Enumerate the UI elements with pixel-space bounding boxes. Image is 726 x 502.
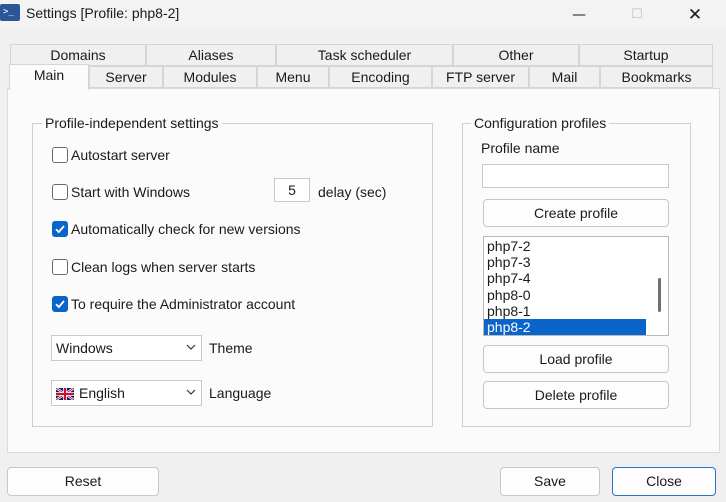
theme-select[interactable]: Windows	[51, 335, 202, 361]
tab-task-scheduler[interactable]: Task scheduler	[276, 44, 453, 66]
tab-aliases[interactable]: Aliases	[146, 44, 276, 66]
tab-encoding[interactable]: Encoding	[329, 66, 432, 88]
save-button[interactable]: Save	[500, 467, 600, 496]
language-label: Language	[209, 385, 272, 401]
theme-value: Windows	[56, 340, 113, 356]
group-title: Profile-independent settings	[42, 115, 222, 131]
uk-flag-icon	[56, 388, 74, 400]
profile-name-input[interactable]	[482, 164, 669, 188]
language-value: English	[79, 385, 125, 401]
start-with-windows-label[interactable]: Start with Windows	[71, 184, 190, 200]
profile-name-label: Profile name	[481, 140, 560, 156]
list-item[interactable]: php7-2	[484, 238, 646, 254]
checkmark-icon	[55, 225, 65, 234]
list-item[interactable]: php7-4	[484, 270, 646, 286]
tab-menu[interactable]: Menu	[257, 66, 329, 88]
chevron-down-icon	[186, 389, 196, 395]
require-admin-checkbox[interactable]	[52, 296, 68, 312]
terminal-icon: >_	[0, 4, 20, 21]
theme-label: Theme	[209, 340, 253, 356]
autostart-server-label[interactable]: Autostart server	[71, 147, 170, 163]
check-versions-checkbox[interactable]	[52, 221, 68, 237]
close-button[interactable]: Close	[612, 467, 716, 496]
title-bar: >_ Settings [Profile: php8-2] — ☐ ✕	[0, 0, 726, 30]
maximize-button[interactable]: ☐	[614, 0, 660, 30]
start-with-windows-checkbox[interactable]	[52, 184, 68, 200]
check-versions-label[interactable]: Automatically check for new versions	[71, 221, 301, 237]
tab-ftp-server[interactable]: FTP server	[432, 66, 529, 88]
list-scrollbar[interactable]	[651, 237, 668, 335]
create-profile-button[interactable]: Create profile	[483, 199, 669, 227]
window-title: Settings [Profile: php8-2]	[26, 5, 180, 21]
chevron-down-icon	[186, 344, 196, 350]
clean-logs-label[interactable]: Clean logs when server starts	[71, 259, 255, 275]
tab-mail[interactable]: Mail	[529, 66, 600, 88]
tab-main[interactable]: Main	[9, 64, 89, 90]
minimize-button[interactable]: —	[556, 0, 602, 30]
checkmark-icon	[55, 300, 65, 309]
tab-domains[interactable]: Domains	[10, 44, 146, 66]
delete-profile-button[interactable]: Delete profile	[483, 381, 669, 409]
close-window-button[interactable]: ✕	[672, 0, 718, 30]
load-profile-button[interactable]: Load profile	[483, 345, 669, 373]
tab-other[interactable]: Other	[453, 44, 579, 66]
group-title: Configuration profiles	[471, 115, 610, 131]
list-item[interactable]: php8-0	[484, 287, 646, 303]
require-admin-label[interactable]: To require the Administrator account	[71, 296, 295, 312]
clean-logs-checkbox[interactable]	[52, 259, 68, 275]
tab-startup[interactable]: Startup	[579, 44, 713, 66]
tab-server[interactable]: Server	[89, 66, 163, 88]
tab-modules[interactable]: Modules	[163, 66, 257, 88]
main-tab-panel: Profile-independent settings Autostart s…	[7, 88, 720, 453]
reset-button[interactable]: Reset	[7, 467, 159, 496]
list-item[interactable]: php8-1	[484, 303, 646, 319]
list-item[interactable]: php7-3	[484, 254, 646, 270]
list-item-selected[interactable]: php8-2	[484, 319, 646, 335]
autostart-server-checkbox[interactable]	[52, 147, 68, 163]
scrollbar-thumb[interactable]	[658, 278, 661, 312]
language-select[interactable]: English	[51, 380, 202, 406]
tab-bookmarks[interactable]: Bookmarks	[600, 66, 713, 88]
delay-label: delay (sec)	[318, 184, 387, 200]
delay-input[interactable]: 5	[274, 178, 310, 202]
profile-list[interactable]: php7-2 php7-3 php7-4 php8-0 php8-1 php8-…	[483, 236, 669, 336]
